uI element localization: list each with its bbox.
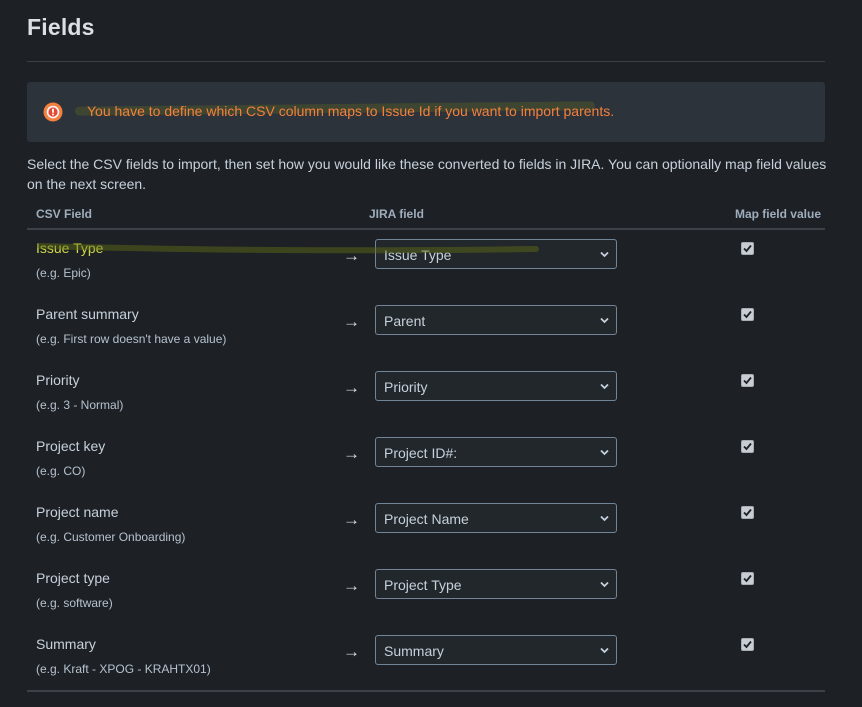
table-row: Summary (e.g. Kraft - XPOG - KRAHTX01) →… (27, 630, 825, 696)
jira-field-select[interactable]: Summary (375, 635, 617, 665)
warning-message: You have to define which CSV column maps… (87, 103, 615, 119)
table-row: Issue Type (e.g. Epic) → Issue Type (27, 234, 825, 300)
jira-field-select[interactable]: Project Name (375, 503, 617, 533)
csv-field-example: (e.g. software) (36, 596, 113, 610)
csv-field-name: Priority (36, 372, 80, 388)
checkmark-icon (743, 376, 752, 385)
table-bottom-divider (27, 690, 825, 692)
warning-icon (43, 102, 63, 122)
jira-field-selected-value: Project Type (384, 577, 462, 593)
jira-field-selected-value: Priority (384, 379, 428, 395)
header-jira-field: JIRA field (369, 207, 424, 221)
chevron-down-icon (600, 515, 609, 522)
jira-field-selected-value: Project Name (384, 511, 469, 527)
table-header: CSV Field JIRA field Map field value (27, 207, 825, 230)
map-field-value-checkbox[interactable] (741, 242, 754, 255)
table-row: Parent summary (e.g. First row doesn't h… (27, 300, 825, 366)
csv-field-name: Project key (36, 438, 106, 454)
map-field-value-checkbox[interactable] (741, 440, 754, 453)
title-divider (27, 61, 825, 62)
csv-field-example: (e.g. CO) (36, 464, 86, 478)
map-arrow: → (343, 444, 360, 463)
fields-page: Fields You have to define which CSV colu… (0, 0, 862, 707)
csv-field-example: (e.g. 3 - Normal) (36, 398, 124, 412)
chevron-down-icon (600, 647, 609, 654)
warning-banner: You have to define which CSV column maps… (27, 82, 825, 142)
map-arrow: → (343, 312, 360, 331)
jira-field-selected-value: Summary (384, 643, 444, 659)
csv-field-example: (e.g. First row doesn't have a value) (36, 332, 227, 346)
csv-field-name: Summary (36, 636, 96, 652)
chevron-down-icon (600, 581, 609, 588)
jira-field-selected-value: Issue Type (384, 247, 452, 263)
map-arrow: → (343, 378, 360, 397)
chevron-down-icon (600, 383, 609, 390)
csv-field-name: Parent summary (36, 306, 139, 322)
csv-field-example: (e.g. Kraft - XPOG - KRAHTX01) (36, 662, 211, 676)
checkmark-icon (743, 442, 752, 451)
checkmark-icon (743, 640, 752, 649)
chevron-down-icon (600, 317, 609, 324)
csv-field-name: Project type (36, 570, 110, 586)
table-row: Project key (e.g. CO) → Project ID#: (27, 432, 825, 498)
csv-field-example: (e.g. Customer Onboarding) (36, 530, 186, 544)
map-field-value-checkbox[interactable] (741, 638, 754, 651)
checkmark-icon (743, 244, 752, 253)
table-row: Priority (e.g. 3 - Normal) → Priority (27, 366, 825, 432)
jira-field-select[interactable]: Project ID#: (375, 437, 617, 467)
map-arrow: → (343, 510, 360, 529)
header-csv-field: CSV Field (36, 207, 93, 221)
jira-field-select[interactable]: Issue Type (375, 239, 617, 269)
page-title: Fields (27, 14, 95, 40)
csv-field-example: (e.g. Epic) (36, 266, 91, 280)
map-arrow: → (343, 642, 360, 661)
chevron-down-icon (600, 251, 609, 258)
jira-field-selected-value: Project ID#: (384, 445, 458, 461)
checkmark-icon (743, 508, 752, 517)
csv-field-name: Project name (36, 504, 119, 520)
map-field-value-checkbox[interactable] (741, 572, 754, 585)
map-field-value-checkbox[interactable] (741, 308, 754, 321)
header-map-field-value: Map field value (734, 207, 821, 221)
table-row: Project type (e.g. software) → Project T… (27, 564, 825, 630)
jira-field-select[interactable]: Project Type (375, 569, 617, 599)
jira-field-select[interactable]: Parent (375, 305, 617, 335)
jira-field-select[interactable]: Priority (375, 371, 617, 401)
checkmark-icon (743, 310, 752, 319)
map-arrow: → (343, 246, 360, 265)
intro-text: Select the CSV fields to import, then se… (27, 156, 827, 192)
map-arrow: → (343, 576, 360, 595)
map-field-value-checkbox[interactable] (741, 506, 754, 519)
chevron-down-icon (600, 449, 609, 456)
table-row: Project name (e.g. Customer Onboarding) … (27, 498, 825, 564)
map-field-value-checkbox[interactable] (741, 374, 754, 387)
checkmark-icon (743, 574, 752, 583)
jira-field-selected-value: Parent (384, 313, 426, 329)
csv-field-name: Issue Type (36, 240, 104, 256)
